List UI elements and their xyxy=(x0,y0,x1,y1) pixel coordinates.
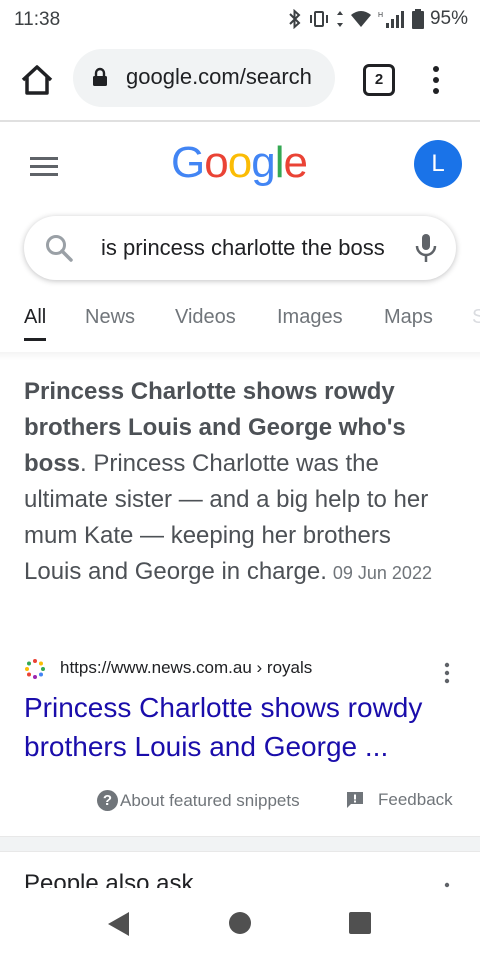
feedback-icon xyxy=(347,792,363,808)
signal-icon: H xyxy=(378,11,404,28)
result-more-icon[interactable] xyxy=(442,662,452,684)
feedback-link[interactable]: Feedback xyxy=(346,790,453,810)
snippet-date: 09 Jun 2022 xyxy=(332,563,432,583)
data-arrows-icon xyxy=(336,11,343,27)
logo-letter: o xyxy=(227,138,253,187)
tab-images[interactable]: Images xyxy=(277,306,343,329)
lock-icon xyxy=(93,67,107,86)
result-title-link[interactable]: Princess Charlotte shows rowdy brothers … xyxy=(24,688,464,766)
overflow-menu-icon[interactable] xyxy=(426,62,446,98)
status-icons: H 95% xyxy=(288,8,468,30)
battery-percent: 95% xyxy=(429,8,468,29)
tab-all[interactable]: All xyxy=(24,306,47,341)
snippet-footer: ? About featured snippets Feedback xyxy=(0,786,480,816)
vibrate-icon xyxy=(309,11,328,27)
tab-maps[interactable]: Maps xyxy=(384,306,433,329)
recents-icon[interactable] xyxy=(349,912,371,934)
bluetooth-icon xyxy=(289,9,301,29)
back-icon[interactable] xyxy=(107,912,131,936)
hamburger-menu-icon[interactable] xyxy=(30,154,58,178)
result-source[interactable]: https://www.news.com.au › royals xyxy=(24,656,464,684)
status-bar: 11:38 H 95% xyxy=(0,0,480,40)
help-icon: ? xyxy=(97,790,118,811)
wifi-icon xyxy=(350,11,371,27)
logo-letter: o xyxy=(204,138,229,187)
search-tabs: All News Videos Images Maps S xyxy=(0,300,480,353)
microphone-icon[interactable] xyxy=(414,232,438,264)
about-featured-snippets-link[interactable]: ? About featured snippets xyxy=(97,790,300,811)
system-navigation-bar xyxy=(0,888,480,960)
tab-overflow[interactable]: S xyxy=(472,306,480,329)
google-header: Google L xyxy=(0,122,480,212)
search-box[interactable]: is princess charlotte the boss xyxy=(24,216,456,280)
tab-videos[interactable]: Videos xyxy=(175,306,236,329)
status-time: 11:38 xyxy=(14,9,61,30)
svg-text:H: H xyxy=(378,12,383,19)
result-url: https://www.news.com.au › royals xyxy=(60,658,313,677)
home-nav-icon[interactable] xyxy=(229,912,251,934)
url-text: google.com/search xyxy=(126,64,312,89)
logo-letter: G xyxy=(171,138,205,187)
about-label: About featured snippets xyxy=(120,790,300,810)
search-input[interactable]: is princess charlotte the boss xyxy=(101,235,407,261)
tabs-shadow xyxy=(0,352,480,360)
tab-switcher-button[interactable]: 2 xyxy=(363,64,395,96)
feedback-label: Feedback xyxy=(378,790,453,809)
logo-letter: e xyxy=(283,138,308,187)
tab-news[interactable]: News xyxy=(85,306,135,329)
browser-toolbar: google.com/search 2 xyxy=(0,40,480,122)
section-separator xyxy=(0,836,480,852)
news-com-au-favicon xyxy=(25,659,45,679)
battery-icon xyxy=(411,9,424,29)
url-bar[interactable]: google.com/search xyxy=(73,49,335,107)
account-avatar[interactable]: L xyxy=(414,140,462,188)
featured-snippet-text: Princess Charlotte shows rowdy brothers … xyxy=(24,374,444,591)
google-logo[interactable]: Google xyxy=(171,138,308,188)
home-icon[interactable] xyxy=(19,62,55,98)
logo-letter: g xyxy=(251,138,276,187)
search-icon xyxy=(46,235,73,262)
